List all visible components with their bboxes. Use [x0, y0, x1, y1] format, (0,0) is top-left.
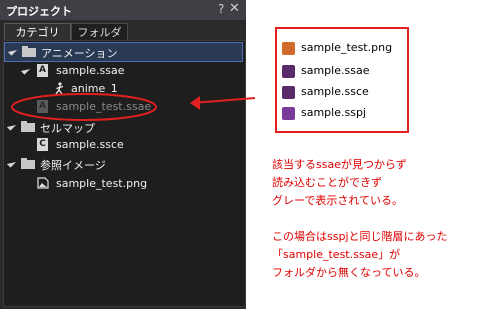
note-line: この場合はsspjと同じ階層にあった	[272, 230, 448, 243]
note-line: 「sample_test.ssae」が	[272, 248, 401, 261]
note-line: 読み込むことができず	[272, 176, 382, 189]
note-line: フォルダから無くなっている。	[272, 266, 426, 279]
sspj-file-icon	[282, 107, 295, 120]
file-list-box: sample_test.png sample.ssae sample.ssce …	[275, 27, 409, 133]
highlight-ellipse	[11, 93, 157, 121]
file-item-label: sample.ssae	[301, 64, 370, 77]
note-spacer	[272, 210, 448, 228]
ssae-file-icon	[282, 65, 295, 78]
file-item-label: sample.sspj	[301, 106, 366, 119]
note-line: グレーで表示されている。	[272, 194, 404, 207]
pointer-arrow-head	[190, 96, 200, 110]
note-line: 該当するssaeが見つからず	[272, 158, 407, 171]
pointer-arrow-line	[191, 97, 256, 104]
png-file-icon	[282, 42, 295, 55]
ssce-file-icon	[282, 86, 295, 99]
explanation-note: 該当するssaeが見つからず 読み込むことができず グレーで表示されている。 こ…	[272, 156, 448, 282]
file-item-label: sample_test.png	[301, 41, 393, 54]
file-item-label: sample.ssce	[301, 85, 369, 98]
